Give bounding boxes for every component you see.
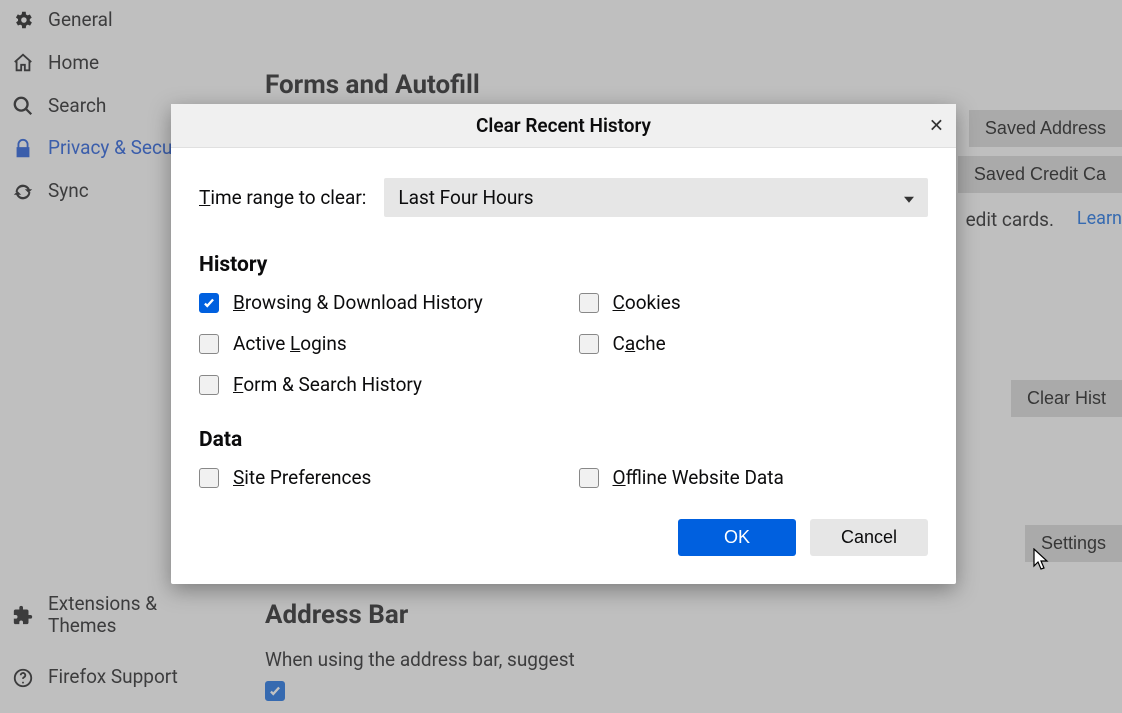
checkbox-icon (579, 293, 599, 313)
time-range-value: Last Four Hours (398, 186, 533, 209)
checkbox-icon (199, 468, 219, 488)
close-icon[interactable]: ✕ (929, 115, 944, 136)
clear-history-dialog: Clear Recent History ✕ Time range to cle… (171, 104, 956, 584)
checkbox-icon (199, 293, 219, 313)
data-section-title: Data (199, 428, 928, 452)
checkbox-icon (579, 468, 599, 488)
checkbox-icon (199, 334, 219, 354)
checkbox-icon (579, 334, 599, 354)
check-label: Active Logins (233, 332, 347, 355)
time-range-select[interactable]: Last Four Hours (384, 178, 928, 217)
check-site-preferences[interactable]: Site Preferences (199, 466, 549, 489)
check-label: Browsing & Download History (233, 291, 483, 314)
check-label: Cache (613, 332, 666, 355)
check-cache[interactable]: Cache (579, 332, 929, 355)
check-browsing-download-history[interactable]: Browsing & Download History (199, 291, 549, 314)
time-range-label: Time range to clear: (199, 186, 366, 209)
dialog-title: Clear Recent History (476, 114, 651, 137)
cancel-button[interactable]: Cancel (810, 519, 928, 556)
ok-button[interactable]: OK (678, 519, 796, 556)
history-section-title: History (199, 253, 928, 277)
check-label: Site Preferences (233, 466, 371, 489)
dialog-header: Clear Recent History ✕ (171, 104, 956, 148)
check-active-logins[interactable]: Active Logins (199, 332, 549, 355)
check-label: Form & Search History (233, 373, 422, 396)
check-form-search-history[interactable]: Form & Search History (199, 373, 549, 396)
check-label: Offline Website Data (613, 466, 784, 489)
checkbox-icon (199, 375, 219, 395)
check-offline-website-data[interactable]: Offline Website Data (579, 466, 929, 489)
check-cookies[interactable]: Cookies (579, 291, 929, 314)
check-label: Cookies (613, 291, 681, 314)
